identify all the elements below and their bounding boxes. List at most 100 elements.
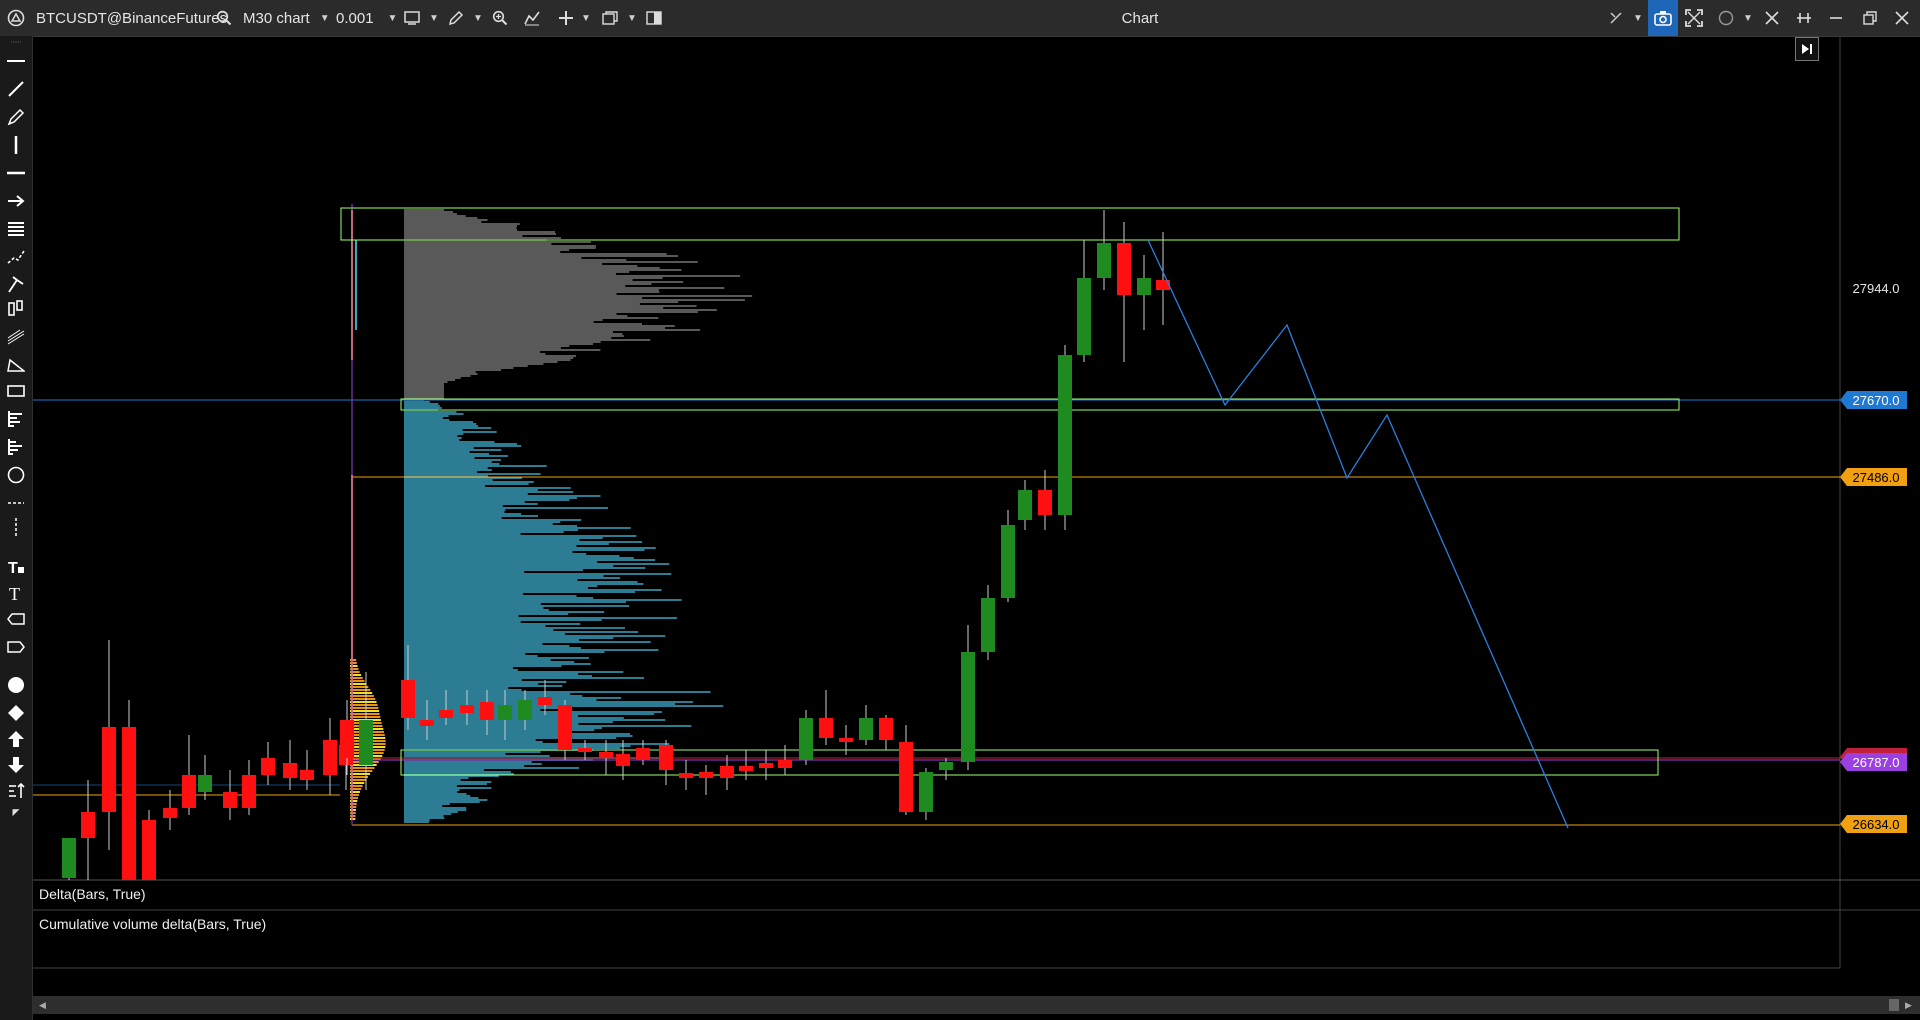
pitchfork-icon[interactable] — [4, 274, 28, 296]
candle-body — [323, 740, 337, 775]
candle-body — [739, 766, 753, 771]
candle-body — [616, 754, 630, 766]
crosshair-icon[interactable] — [556, 8, 576, 28]
chevron-down-icon[interactable]: ▼ — [576, 8, 596, 28]
text-t-icon[interactable]: T — [4, 582, 28, 604]
restore-icon[interactable] — [1860, 8, 1880, 28]
circle-toggle-icon[interactable] — [1716, 8, 1736, 28]
chevron-down-icon[interactable]: ▼ — [424, 8, 444, 28]
price-label-icon[interactable] — [4, 636, 28, 658]
toolbar-grip[interactable]: ∙∙∙∙∙ — [4, 36, 28, 46]
path-icon[interactable] — [4, 246, 28, 268]
timeframe-label: M30 chart — [243, 9, 310, 27]
candle-body — [242, 775, 256, 808]
line-tool-icon[interactable] — [4, 50, 28, 72]
rectangle-icon[interactable] — [4, 380, 28, 402]
window-title: Chart — [1121, 9, 1159, 27]
template-icon[interactable] — [600, 8, 620, 28]
symbol-label[interactable]: BTCUSDT@BinanceFutures — [36, 0, 227, 36]
candle-body — [102, 727, 116, 812]
label-icon[interactable] — [4, 608, 28, 630]
candle-body — [599, 752, 613, 758]
arrow-up-icon[interactable] — [4, 728, 28, 750]
fib-icon[interactable] — [4, 218, 28, 240]
candle-body — [1117, 243, 1131, 295]
horizontal-line-icon[interactable] — [4, 162, 28, 184]
channel-icon[interactable] — [4, 298, 28, 320]
candle-body — [720, 766, 734, 778]
vertical-line-icon[interactable] — [4, 134, 28, 156]
chevron-down-icon[interactable]: ▼ — [1738, 8, 1758, 28]
triangle-icon[interactable] — [4, 354, 28, 376]
link-icon[interactable] — [1606, 8, 1626, 28]
candle-body — [223, 792, 237, 808]
candle-body — [261, 758, 275, 775]
candle-body — [439, 710, 453, 718]
minimize-icon[interactable] — [1826, 8, 1846, 28]
fullscreen-icon[interactable] — [1684, 8, 1704, 28]
candle-body — [300, 770, 314, 780]
search-icon[interactable] — [214, 8, 234, 28]
dot-icon[interactable] — [4, 674, 28, 696]
timeframe-dropdown[interactable]: M30 chart ▼ — [243, 0, 330, 36]
candle-body — [961, 652, 975, 762]
candle-body — [340, 720, 354, 758]
candle-body — [839, 738, 853, 742]
candle-body — [142, 820, 156, 880]
price-tag: 26787.0 — [1840, 753, 1907, 771]
circle-icon[interactable] — [4, 464, 28, 486]
arrow-down-icon[interactable] — [4, 754, 28, 776]
range-icon[interactable] — [4, 492, 28, 514]
chevron-down-icon[interactable]: ▼ — [1628, 8, 1648, 28]
candle-body — [420, 720, 434, 726]
close-icon[interactable] — [1892, 8, 1912, 28]
candle-body — [283, 763, 297, 778]
chevron-down-icon[interactable]: ▼ — [468, 8, 488, 28]
ruler-icon[interactable] — [4, 516, 28, 538]
layout-icon[interactable] — [644, 8, 664, 28]
candle-body — [879, 718, 893, 740]
zone-middle — [400, 398, 1680, 411]
candle-body — [498, 705, 512, 720]
horizontal-scrollbar[interactable]: ◀ ▶ — [33, 996, 1920, 1014]
indicator-icon[interactable] — [522, 8, 542, 28]
sort-icon[interactable] — [4, 780, 28, 802]
screenshot-button[interactable] — [1648, 0, 1678, 36]
pencil-icon[interactable] — [4, 106, 28, 128]
scroll-left-arrow[interactable]: ◀ — [39, 1000, 46, 1011]
candle-body — [558, 705, 572, 750]
demand-zone-bottom — [400, 749, 1659, 776]
scroll-right-arrow[interactable]: ▶ — [1905, 1000, 1912, 1011]
draw-pencil-icon[interactable] — [446, 8, 466, 28]
tools-icon[interactable] — [1762, 8, 1782, 28]
arrow-icon[interactable] — [4, 190, 28, 212]
candle-body — [899, 742, 913, 812]
price-tag: 27670.0 — [1840, 391, 1907, 409]
candle-body — [759, 763, 773, 768]
chevron-down-icon[interactable]: ▼ — [622, 8, 642, 28]
scroll-to-end-button[interactable] — [1795, 37, 1819, 61]
volume-profile-icon[interactable] — [4, 436, 28, 458]
candle-body — [480, 702, 494, 720]
title-bar: BTCUSDT@BinanceFutures M30 chart ▼ 0.001… — [0, 0, 1920, 37]
candle-body — [198, 775, 212, 792]
trend-line-icon[interactable] — [4, 78, 28, 100]
pin-icon[interactable] — [1794, 8, 1814, 28]
price-tag: 26634.0 — [1840, 815, 1907, 833]
parallel-lines-icon[interactable] — [4, 326, 28, 348]
candle-body — [1038, 490, 1052, 515]
scroll-thumb[interactable] — [1889, 999, 1899, 1011]
price-chart[interactable]: 27944.027670.027486.026788.026787.026634… — [33, 37, 1920, 1020]
price-label-plain: 27944.0 — [1853, 281, 1900, 296]
zoom-icon[interactable] — [490, 8, 510, 28]
chart-type-icon[interactable] — [402, 8, 422, 28]
diamond-icon[interactable] — [4, 702, 28, 724]
text-icon[interactable]: T — [4, 556, 28, 578]
candle-body — [919, 772, 933, 812]
candle-body — [1001, 525, 1015, 598]
drawing-toolbar: ∙∙∙∙∙ T T ◤ — [0, 36, 33, 1020]
skip-end-icon — [1802, 44, 1812, 54]
profile-icon[interactable] — [4, 408, 28, 430]
collapse-toolbar-icon[interactable]: ◤ — [4, 806, 28, 818]
tick-size-dropdown[interactable]: 0.001 ▼ — [336, 0, 397, 36]
